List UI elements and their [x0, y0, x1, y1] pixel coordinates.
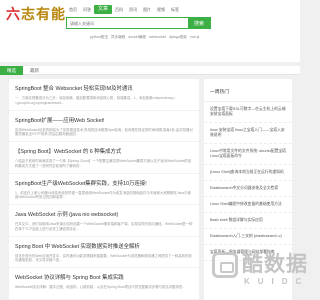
article-title[interactable]: 【Spring Boot】WebSocket 的 6 种集成方式	[15, 147, 193, 155]
watermark-logo-icon	[212, 252, 238, 278]
hotword-link[interactable]: 异步编程	[111, 35, 125, 40]
watermark: 酷数据 KUIDC	[212, 246, 307, 298]
article-excerpt: 介绍由于前段时间我实现了一个库【Spring Cloud】一个配置注解实现Web…	[15, 159, 192, 168]
watermark-subtext: KUIDC	[244, 277, 310, 286]
site-logo[interactable]: 六志有能	[6, 4, 66, 24]
tab-articles[interactable]: 文章	[94, 5, 113, 14]
sidebar-title: 一周热门	[204, 79, 292, 102]
article-excerpt: 应用WebSocket目前的网站为了实现推送技术,所用的技术都是Ajax轮询。轮…	[15, 127, 193, 137]
article-item[interactable]: SpringBoot生产级WebSocket集群实践，支持10万连接! 1、前言…	[9, 174, 199, 205]
content-nav: 精选 最新	[0, 66, 300, 75]
article-list: SpringBoot 整合 Websocket 轻松实现IM及时通讯 一、方案实…	[9, 79, 199, 300]
hot-keywords: python爬虫 异步编程 socket编程 websocket django框…	[90, 35, 199, 40]
search-input[interactable]	[67, 18, 188, 28]
article-item[interactable]: SpringBoot 整合 Websocket 轻松实现IM及时通讯 一、方案实…	[9, 79, 199, 111]
article-excerpt: 在本文中，我们将使用Java来演示如何创建一个WebSocket服务端和客户端，…	[15, 222, 193, 231]
article-title[interactable]: SpringBoot扩展——应用Web Socket!	[15, 116, 193, 124]
tab-videos[interactable]: 视频	[154, 5, 168, 14]
nav-latest[interactable]: 最新	[23, 66, 46, 75]
search-button[interactable]: 搜索	[188, 18, 210, 28]
article-item[interactable]: Spring Boot 中 WebSocket 实现数据实时推送全解析 前言在现…	[9, 237, 199, 268]
tab-qa[interactable]: 问答	[80, 5, 94, 14]
hotword-link[interactable]: socket编程	[128, 35, 146, 40]
article-title[interactable]: SpringBoot生产级WebSocket集群实践，支持10万连接!	[15, 179, 193, 187]
tab-news[interactable]: 资讯	[126, 5, 140, 14]
tab-tags[interactable]: 标签	[168, 5, 182, 14]
article-excerpt: 前言在现代的Web应用开发中，实时通讯功能变得越来越重要。WebSocket为浏…	[15, 253, 192, 263]
hotword-link[interactable]: vue.js	[190, 35, 199, 40]
article-excerpt: WebSocket协议详解：握手过程、帧结构、心跳机制，以及在Spring Bo…	[15, 285, 186, 289]
article-title[interactable]: SpringBoot 整合 Websocket 轻松实现IM及时通讯	[15, 84, 193, 92]
hotword-link[interactable]: django框架	[169, 35, 187, 40]
sidebar-link[interactable]: Bash shell 数组详解与实际应用	[204, 213, 292, 229]
article-item[interactable]: 【Spring Boot】WebSocket 的 6 种集成方式 介绍由于前段时…	[9, 142, 199, 174]
article-title[interactable]: Java WebSocket 示例 (java nio websocket)	[15, 210, 193, 218]
tab-home[interactable]: 首页	[66, 5, 80, 14]
article-title[interactable]: WebSocket 协议详解与 Spring Boot 集成实践	[15, 273, 193, 281]
tab-baike[interactable]: 百科	[112, 5, 126, 14]
hotword-link[interactable]: python爬虫	[90, 35, 108, 40]
article-item[interactable]: Java WebSocket 示例 (java nio websocket) 在…	[9, 205, 199, 237]
article-excerpt: 1、前言在上家公司做IM消息系统的时候一直是使用WebSocket作为收发消息的…	[15, 190, 191, 200]
sidebar-link[interactable]: 设置宝塔下载SSL可数字—在云主机上的云端安装宝塔面板	[204, 102, 292, 123]
nav-featured[interactable]: 精选	[0, 66, 23, 75]
sidebar-link[interactable]: [Linux Shell]查询本地当前正在运行的虚拟机	[204, 165, 292, 181]
watermark-text: 酷数据	[242, 252, 308, 276]
sidebar-link[interactable]: Linux Shell编程中修改变量的基础使用方法	[204, 197, 292, 213]
hotword-link[interactable]: websocket	[149, 35, 166, 40]
sidebar-link[interactable]: Elasticsearch中文分词器安装及全文检索	[204, 181, 292, 197]
sidebar-link[interactable]: linux 安装宝塔 linux之宝塔入门——宝塔入安装说明	[204, 123, 292, 144]
article-item[interactable]: WebSocket 协议详解与 Spring Boot 集成实践 WebSock…	[9, 268, 199, 300]
sidebar-link[interactable]: Elasticsearch入门-三叉树 (elasticsearch-v)	[204, 229, 292, 245]
tab-images[interactable]: 图片	[140, 5, 154, 14]
article-item[interactable]: SpringBoot扩展——应用Web Socket! 应用WebSocket目…	[9, 111, 199, 142]
article-title[interactable]: Spring Boot 中 WebSocket 实现数据实时推送全解析	[15, 242, 193, 250]
site-header: 六志有能 首页 问答 文章 百科 资讯 图片 视频 标签 搜索 python爬虫…	[0, 0, 300, 62]
search-bar: 搜索	[66, 17, 211, 29]
top-tabs: 首页 问答 文章 百科 资讯 图片 视频 标签	[66, 5, 182, 14]
sidebar-link[interactable]: Linux中常用文件的文件系统: ubuntu配置宝塔Linux宝塔面板命令	[204, 144, 292, 165]
article-excerpt: 一、方案实践集成分为三步：添加依赖、增加配置类和消息核心类、前端集成。1、添加依…	[15, 96, 175, 105]
